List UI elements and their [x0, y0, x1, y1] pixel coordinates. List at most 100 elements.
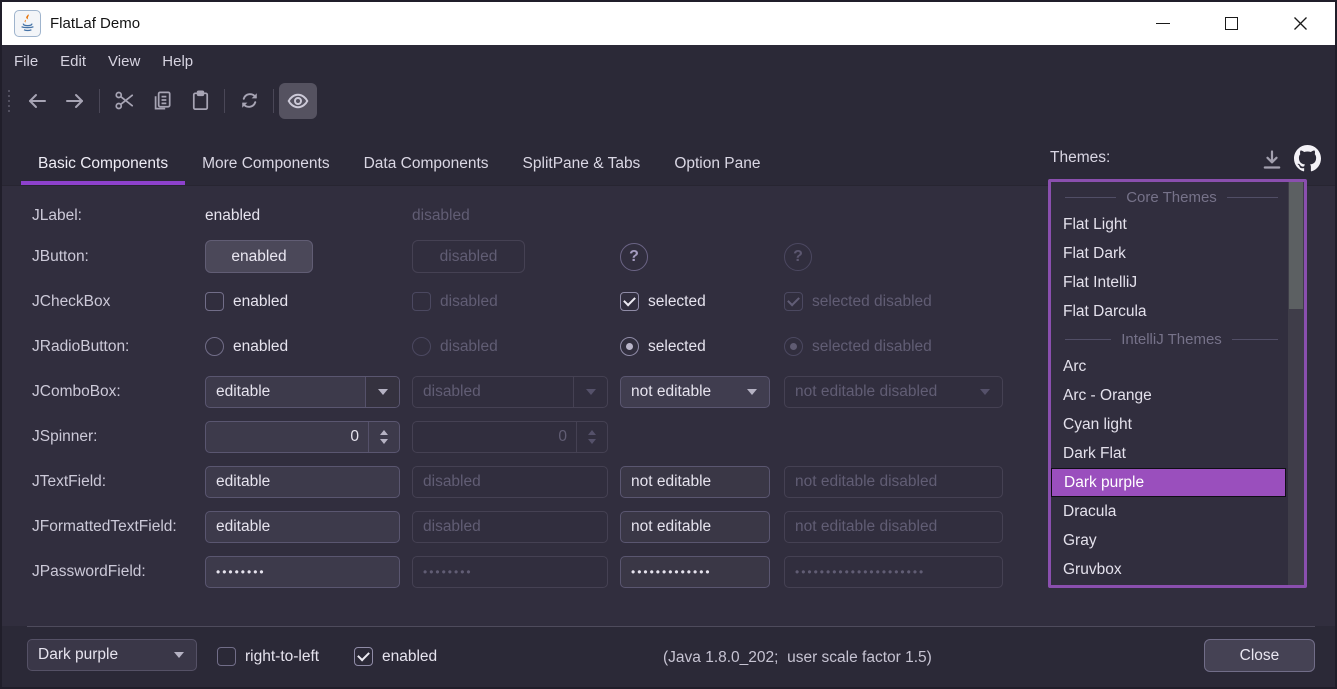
radio-selected-icon [784, 337, 803, 356]
tab-bar: Basic Components More Components Data Co… [2, 123, 1335, 186]
minimize-button[interactable] [1128, 2, 1197, 45]
jpasswordfield-not-editable-disabled: ••••••••••••••••••••• [784, 556, 1003, 588]
refresh-button[interactable] [230, 83, 268, 119]
cut-icon [113, 89, 136, 112]
jpasswordfield-not-editable[interactable]: ••••••••••••• [620, 556, 770, 588]
theme-selector-combo[interactable]: Dark purple [27, 639, 197, 671]
theme-item-gruvbox[interactable]: Gruvbox [1051, 555, 1286, 584]
paste-icon [189, 89, 212, 112]
checkbox-icon [217, 647, 236, 666]
row-label-jspinner: JSpinner: [32, 428, 205, 446]
chevron-down-icon [378, 389, 388, 395]
menu-file[interactable]: File [3, 45, 49, 78]
jformattedtextfield-not-editable[interactable]: not editable [620, 511, 770, 543]
theme-item-dark-flat[interactable]: Dark Flat [1051, 439, 1286, 468]
jcombobox-not-editable[interactable]: not editable [620, 376, 770, 408]
titlebar: FlatLaf Demo [2, 2, 1335, 45]
row-label-jcombobox: JComboBox: [32, 383, 205, 401]
jformattedtextfield-editable[interactable]: editable [205, 511, 400, 543]
themes-label: Themes: [1050, 149, 1110, 167]
window-title: FlatLaf Demo [50, 15, 140, 32]
tab-more-components[interactable]: More Components [185, 142, 347, 185]
jcombobox-disabled: disabled [412, 376, 608, 408]
theme-item-flat-light[interactable]: Flat Light [1051, 210, 1286, 239]
jtextfield-not-editable[interactable]: not editable [620, 466, 770, 498]
jradiobutton-disabled: disabled [412, 337, 498, 356]
scrollbar-thumb[interactable] [1289, 182, 1303, 309]
paste-button[interactable] [181, 83, 219, 119]
row-label-jcheckbox: JCheckBox [32, 293, 205, 311]
row-label-jlabel: JLabel: [32, 207, 205, 225]
jtextfield-disabled: disabled [412, 466, 608, 498]
toolbar-separator [273, 89, 274, 113]
theme-item-dracula[interactable]: Dracula [1051, 497, 1286, 526]
combo-arrow-button[interactable] [365, 377, 399, 407]
jformattedtextfield-disabled: disabled [412, 511, 608, 543]
jbutton-enabled[interactable]: enabled [205, 240, 313, 273]
theme-item-cyan-light[interactable]: Cyan light [1051, 410, 1286, 439]
back-arrow-icon [25, 89, 49, 113]
tab-splitpane-tabs[interactable]: SplitPane & Tabs [506, 142, 658, 185]
theme-item-flat-dark[interactable]: Flat Dark [1051, 239, 1286, 268]
download-themes-button[interactable] [1260, 148, 1284, 172]
back-button[interactable] [18, 83, 56, 119]
maximize-icon [1225, 17, 1238, 30]
menu-edit[interactable]: Edit [49, 45, 97, 78]
maximize-button[interactable] [1197, 2, 1266, 45]
right-to-left-checkbox[interactable]: right-to-left [217, 647, 319, 666]
chevron-down-icon [174, 652, 184, 658]
jcheckbox-enabled[interactable]: enabled [205, 292, 288, 311]
close-window-button[interactable] [1266, 2, 1335, 45]
jformattedtextfield-not-editable-disabled: not editable disabled [784, 511, 1003, 543]
theme-item-arc[interactable]: Arc [1051, 352, 1286, 381]
tab-basic-components[interactable]: Basic Components [21, 142, 185, 185]
theme-item-dark-purple[interactable]: Dark purple [1051, 468, 1286, 497]
github-link[interactable] [1294, 145, 1321, 172]
menu-help[interactable]: Help [151, 45, 204, 78]
cut-button[interactable] [105, 83, 143, 119]
copy-button[interactable] [143, 83, 181, 119]
theme-item-gray[interactable]: Gray [1051, 526, 1286, 555]
tab-data-components[interactable]: Data Components [347, 142, 506, 185]
spinner-down-icon [588, 439, 596, 444]
themes-scrollbar[interactable] [1288, 182, 1304, 585]
status-text: (Java 1.8.0_202; user scale factor 1.5) [663, 649, 932, 667]
checkbox-checked-icon [620, 292, 639, 311]
jspinner[interactable]: 0 [205, 421, 400, 453]
themes-list[interactable]: Core ThemesFlat LightFlat DarkFlat Intel… [1048, 179, 1307, 588]
jcheckbox-selected[interactable]: selected [620, 292, 706, 311]
eye-icon [286, 89, 310, 113]
row-label-jbutton: JButton: [32, 248, 205, 266]
spinner-up-icon [588, 430, 596, 435]
checkbox-icon [412, 292, 431, 311]
checkbox-checked-icon [354, 647, 373, 666]
show-hidden-toggle-button[interactable] [279, 83, 317, 119]
jpasswordfield-editable[interactable]: •••••••• [205, 556, 400, 588]
chevron-down-icon [586, 389, 596, 395]
menubar: File Edit View Help [2, 45, 1335, 78]
close-button[interactable]: Close [1204, 639, 1315, 672]
spinner-arrows[interactable] [368, 422, 399, 452]
jradiobutton-enabled[interactable]: enabled [205, 337, 288, 356]
jradiobutton-selected[interactable]: selected [620, 337, 706, 356]
jtextfield-editable[interactable]: editable [205, 466, 400, 498]
jbutton-help[interactable]: ? [620, 243, 648, 271]
theme-item-flat-darcula[interactable]: Flat Darcula [1051, 297, 1286, 326]
jspinner-disabled: 0 [412, 421, 608, 453]
toolbar-grip[interactable] [8, 90, 10, 112]
menu-view[interactable]: View [97, 45, 151, 78]
enabled-checkbox[interactable]: enabled [354, 647, 437, 666]
theme-item-arc-orange[interactable]: Arc - Orange [1051, 381, 1286, 410]
forward-button[interactable] [56, 83, 94, 119]
jcombobox-editable[interactable]: editable [205, 376, 400, 408]
theme-item-flat-intellij[interactable]: Flat IntelliJ [1051, 268, 1286, 297]
chevron-down-icon [747, 389, 757, 395]
jcheckbox-disabled: disabled [412, 292, 498, 311]
component-demo-grid: JLabel: enabled disabled JButton: enable… [32, 198, 1003, 594]
tab-option-pane[interactable]: Option Pane [657, 142, 777, 185]
toolbar-separator [224, 89, 225, 113]
bottom-bar: Dark purple right-to-left enabled (Java … [2, 626, 1335, 687]
theme-group-header: Core Themes [1051, 184, 1304, 210]
checkbox-checked-icon [784, 292, 803, 311]
toolbar-separator [99, 89, 100, 113]
